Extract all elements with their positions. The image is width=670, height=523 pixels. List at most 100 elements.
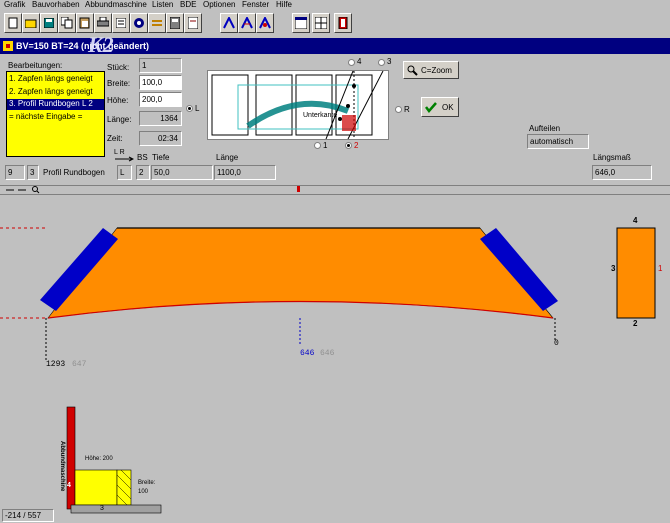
zoom-tools-icon[interactable] bbox=[4, 186, 40, 194]
xsec-vertical-label: Abbundmaschine bbox=[59, 441, 65, 492]
op-number-field[interactable]: 9 bbox=[5, 165, 25, 180]
radio-2[interactable] bbox=[345, 142, 352, 149]
beam-shape bbox=[47, 227, 554, 319]
divider bbox=[0, 185, 670, 186]
copy-icon[interactable] bbox=[58, 13, 76, 33]
laenge-bottom-field[interactable]: 1100,0 bbox=[214, 165, 276, 180]
compass-icon[interactable] bbox=[130, 13, 148, 33]
bs-field[interactable]: 2 bbox=[136, 165, 150, 180]
breite-label: Breite: bbox=[107, 79, 131, 88]
xsec-height-label: Höhe: 200 bbox=[85, 456, 113, 462]
status-coordinates: -214 / 557 bbox=[2, 509, 54, 522]
xsec-red-bar bbox=[66, 406, 76, 510]
aufteilen-label: Aufteilen bbox=[529, 124, 561, 133]
menu-grafik[interactable]: Grafik bbox=[4, 0, 25, 9]
tools-icon[interactable] bbox=[220, 13, 238, 33]
list-item[interactable]: = nächste Eingabe = bbox=[9, 112, 82, 121]
menu-bde[interactable]: BDE bbox=[180, 0, 196, 9]
side-left-label: 3 bbox=[611, 264, 616, 273]
menu-fenster[interactable]: Fenster bbox=[242, 0, 269, 9]
zoom-button[interactable]: C=Zoom bbox=[403, 61, 459, 79]
aufteilen-field[interactable]: automatisch bbox=[527, 134, 589, 149]
side-right-label: 1 bbox=[658, 264, 663, 273]
bearbeitungen-label: Bearbeitungen: bbox=[8, 61, 63, 70]
list-item-label: 3. Profil Rundbogen L 2 bbox=[9, 99, 93, 108]
hoehe-field[interactable]: 200,0 bbox=[139, 92, 182, 107]
lr-label: L R bbox=[114, 149, 125, 156]
stueck-label: Stück: bbox=[107, 63, 130, 72]
list-item[interactable]: 2. Zapfen längs geneigt bbox=[9, 87, 93, 96]
lr-arrow-icon bbox=[115, 156, 134, 162]
radio-right[interactable] bbox=[395, 106, 402, 113]
dim-mid-grey: 646 bbox=[320, 349, 335, 358]
dim-left-value: 1293 bbox=[46, 360, 66, 369]
radio-1-label: 1 bbox=[323, 141, 328, 150]
tools-b-icon[interactable] bbox=[238, 13, 256, 33]
ruler-marker bbox=[297, 186, 300, 192]
ok-button-label: OK bbox=[442, 103, 454, 112]
tools-c-icon[interactable] bbox=[256, 13, 274, 33]
window-icon[interactable] bbox=[292, 13, 310, 33]
menu-optionen[interactable]: Optionen bbox=[203, 0, 235, 9]
magnifier-icon bbox=[407, 65, 418, 76]
radio-3[interactable] bbox=[378, 59, 385, 66]
laenge-field: 1364 bbox=[139, 111, 182, 126]
radio-4[interactable] bbox=[348, 59, 355, 66]
list-icon[interactable] bbox=[112, 13, 130, 33]
dim-mid-value: 646 bbox=[300, 349, 315, 358]
menu-hilfe[interactable]: Hilfe bbox=[276, 0, 292, 9]
paste-icon[interactable] bbox=[76, 13, 94, 33]
lr-field[interactable]: L bbox=[117, 165, 132, 180]
stueck-field[interactable]: 1 bbox=[139, 58, 182, 73]
laenge-bottom-label: Länge bbox=[216, 153, 239, 162]
laengsmass-field[interactable]: 646,0 bbox=[592, 165, 652, 180]
open-icon[interactable] bbox=[22, 13, 40, 33]
breite-field[interactable]: 100,0 bbox=[139, 75, 182, 90]
hoehe-label: Höhe: bbox=[107, 96, 129, 105]
preview-drawing bbox=[211, 71, 384, 139]
radio-left-label: L bbox=[195, 104, 200, 113]
radio-1[interactable] bbox=[314, 142, 321, 149]
list-item[interactable]: 1. Zapfen längs geneigt bbox=[9, 74, 93, 83]
print-icon[interactable] bbox=[94, 13, 112, 33]
bearbeitungen-list[interactable]: 1. Zapfen längs geneigt 2. Zapfen längs … bbox=[6, 71, 105, 157]
radio-right-label: R bbox=[404, 105, 410, 114]
xsec-yellow bbox=[74, 469, 118, 506]
menu-listen[interactable]: Listen bbox=[152, 0, 173, 9]
card-icon[interactable] bbox=[184, 13, 202, 33]
document-icon bbox=[3, 41, 13, 51]
dim-left-grey: 647 bbox=[72, 360, 87, 369]
xsec-width-label: Breite: bbox=[138, 480, 156, 486]
xsec-left-label: 4 bbox=[67, 482, 71, 489]
menu-abbundmaschine[interactable]: Abbundmaschine bbox=[85, 0, 147, 9]
document-titlebar: BV=150 BT=24 (nicht geändert) K2 bbox=[0, 32, 670, 57]
save-icon[interactable] bbox=[40, 13, 58, 33]
side-view bbox=[616, 227, 656, 319]
tiefe-field[interactable]: 50,0 bbox=[151, 165, 213, 180]
zeit-field: 02:34 bbox=[139, 131, 182, 146]
new-icon[interactable] bbox=[4, 13, 22, 33]
ok-button[interactable]: OK bbox=[421, 97, 459, 117]
xsec-bottom-label: 3 bbox=[100, 505, 104, 512]
grid-icon[interactable] bbox=[312, 13, 330, 33]
lines-icon[interactable] bbox=[148, 13, 166, 33]
op-type-field[interactable]: 3 bbox=[27, 165, 39, 180]
zoom-button-label: C=Zoom bbox=[421, 66, 452, 75]
exit-icon[interactable] bbox=[334, 13, 352, 33]
radio-left[interactable] bbox=[186, 105, 193, 112]
calc-icon[interactable] bbox=[166, 13, 184, 33]
bs-label: BS bbox=[137, 153, 148, 162]
side-bottom-label: 2 bbox=[633, 319, 638, 328]
radio-3-label: 3 bbox=[387, 57, 392, 66]
dim-right-value: 0 bbox=[554, 339, 559, 348]
checkmark-icon bbox=[425, 102, 437, 113]
xsec-base bbox=[70, 504, 162, 514]
xsec-hatch bbox=[116, 469, 132, 506]
menu-bauvorhaben[interactable]: Bauvorhaben bbox=[32, 0, 80, 9]
main-drawing bbox=[0, 227, 656, 514]
preview-label: Unterkante bbox=[303, 112, 338, 119]
tiefe-label: Tiefe bbox=[152, 153, 170, 162]
preview-panel: Unterkante bbox=[207, 70, 389, 140]
document-title: BV=150 BT=24 (nicht geändert) bbox=[16, 41, 150, 51]
list-item-selected[interactable]: 3. Profil Rundbogen L 2 bbox=[7, 99, 104, 110]
